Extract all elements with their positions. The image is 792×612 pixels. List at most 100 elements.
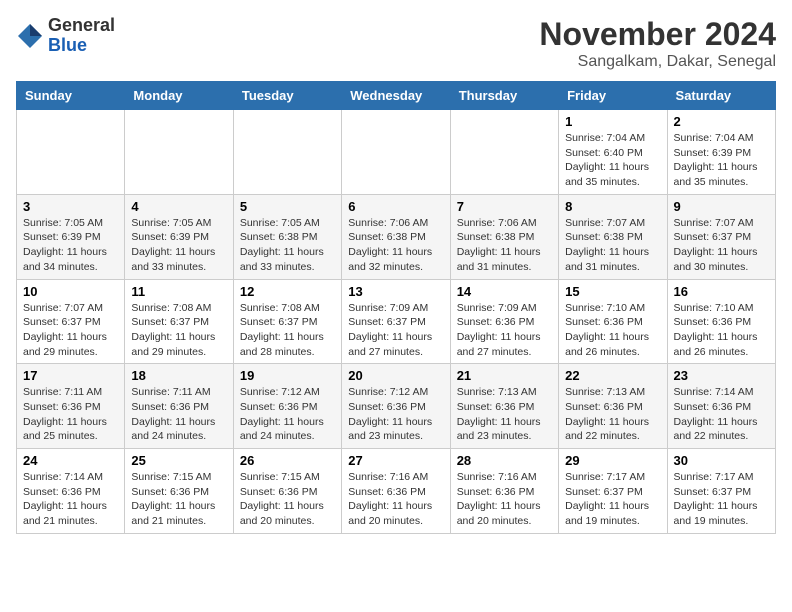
calendar-cell: 1 Sunrise: 7:04 AMSunset: 6:40 PMDaylight… xyxy=(559,110,667,195)
weekday-header: Monday xyxy=(125,82,233,110)
weekday-header: Wednesday xyxy=(342,82,450,110)
calendar-cell xyxy=(233,110,341,195)
day-number: 20 xyxy=(348,368,443,383)
day-info: Sunrise: 7:15 AMSunset: 6:36 PMDaylight:… xyxy=(131,470,226,529)
calendar-cell: 8 Sunrise: 7:07 AMSunset: 6:38 PMDaylight… xyxy=(559,194,667,279)
calendar-week-row: 3 Sunrise: 7:05 AMSunset: 6:39 PMDaylight… xyxy=(17,194,776,279)
day-info: Sunrise: 7:16 AMSunset: 6:36 PMDaylight:… xyxy=(457,470,552,529)
logo-general-text: General xyxy=(48,16,115,36)
calendar-cell: 12 Sunrise: 7:08 AMSunset: 6:37 PMDayligh… xyxy=(233,279,341,364)
weekday-header: Tuesday xyxy=(233,82,341,110)
day-number: 19 xyxy=(240,368,335,383)
weekday-header-row: SundayMondayTuesdayWednesdayThursdayFrid… xyxy=(17,82,776,110)
calendar-week-row: 24 Sunrise: 7:14 AMSunset: 6:36 PMDayligh… xyxy=(17,449,776,534)
day-info: Sunrise: 7:14 AMSunset: 6:36 PMDaylight:… xyxy=(674,385,769,444)
page-header: General Blue November 2024 Sangalkam, Da… xyxy=(16,16,776,71)
day-number: 3 xyxy=(23,199,118,214)
day-number: 30 xyxy=(674,453,769,468)
calendar-cell: 11 Sunrise: 7:08 AMSunset: 6:37 PMDayligh… xyxy=(125,279,233,364)
day-number: 14 xyxy=(457,284,552,299)
location: Sangalkam, Dakar, Senegal xyxy=(539,53,776,71)
day-number: 8 xyxy=(565,199,660,214)
day-info: Sunrise: 7:15 AMSunset: 6:36 PMDaylight:… xyxy=(240,470,335,529)
calendar-cell: 10Sunrise: 7:07 AMSunset: 6:37 PMDayligh… xyxy=(17,279,125,364)
day-info: Sunrise: 7:06 AMSunset: 6:38 PMDaylight:… xyxy=(348,216,443,275)
day-info: Sunrise: 7:13 AMSunset: 6:36 PMDaylight:… xyxy=(457,385,552,444)
calendar-cell: 23 Sunrise: 7:14 AMSunset: 6:36 PMDayligh… xyxy=(667,364,775,449)
logo-text: General Blue xyxy=(48,16,115,56)
day-info: Sunrise: 7:10 AMSunset: 6:36 PMDaylight:… xyxy=(565,301,660,360)
weekday-header: Saturday xyxy=(667,82,775,110)
day-info: Sunrise: 7:13 AMSunset: 6:36 PMDaylight:… xyxy=(565,385,660,444)
day-info: Sunrise: 7:04 AMSunset: 6:40 PMDaylight:… xyxy=(565,131,660,190)
day-number: 25 xyxy=(131,453,226,468)
day-info: Sunrise: 7:04 AMSunset: 6:39 PMDaylight:… xyxy=(674,131,769,190)
day-number: 26 xyxy=(240,453,335,468)
day-info: Sunrise: 7:14 AMSunset: 6:36 PMDaylight:… xyxy=(23,470,118,529)
day-info: Sunrise: 7:16 AMSunset: 6:36 PMDaylight:… xyxy=(348,470,443,529)
day-info: Sunrise: 7:17 AMSunset: 6:37 PMDaylight:… xyxy=(674,470,769,529)
calendar-cell: 30 Sunrise: 7:17 AMSunset: 6:37 PMDayligh… xyxy=(667,449,775,534)
calendar-cell: 14Sunrise: 7:09 AMSunset: 6:36 PMDayligh… xyxy=(450,279,558,364)
day-number: 4 xyxy=(131,199,226,214)
day-info: Sunrise: 7:12 AMSunset: 6:36 PMDaylight:… xyxy=(240,385,335,444)
weekday-header: Friday xyxy=(559,82,667,110)
day-number: 7 xyxy=(457,199,552,214)
calendar-cell: 18 Sunrise: 7:11 AMSunset: 6:36 PMDayligh… xyxy=(125,364,233,449)
day-info: Sunrise: 7:11 AMSunset: 6:36 PMDaylight:… xyxy=(131,385,226,444)
calendar-cell: 7 Sunrise: 7:06 AMSunset: 6:38 PMDaylight… xyxy=(450,194,558,279)
calendar-cell xyxy=(342,110,450,195)
calendar-cell: 22 Sunrise: 7:13 AMSunset: 6:36 PMDayligh… xyxy=(559,364,667,449)
day-info: Sunrise: 7:05 AMSunset: 6:39 PMDaylight:… xyxy=(23,216,118,275)
day-number: 24 xyxy=(23,453,118,468)
calendar-cell: 13Sunrise: 7:09 AMSunset: 6:37 PMDayligh… xyxy=(342,279,450,364)
calendar-cell: 9Sunrise: 7:07 AMSunset: 6:37 PMDaylight… xyxy=(667,194,775,279)
day-number: 23 xyxy=(674,368,769,383)
calendar-cell: 19 Sunrise: 7:12 AMSunset: 6:36 PMDayligh… xyxy=(233,364,341,449)
calendar-week-row: 1 Sunrise: 7:04 AMSunset: 6:40 PMDaylight… xyxy=(17,110,776,195)
calendar-cell: 3 Sunrise: 7:05 AMSunset: 6:39 PMDaylight… xyxy=(17,194,125,279)
day-info: Sunrise: 7:07 AMSunset: 6:38 PMDaylight:… xyxy=(565,216,660,275)
month-title: November 2024 xyxy=(539,16,776,53)
calendar-cell: 27 Sunrise: 7:16 AMSunset: 6:36 PMDayligh… xyxy=(342,449,450,534)
day-number: 5 xyxy=(240,199,335,214)
day-number: 29 xyxy=(565,453,660,468)
logo-icon xyxy=(16,22,44,50)
day-info: Sunrise: 7:08 AMSunset: 6:37 PMDaylight:… xyxy=(240,301,335,360)
weekday-header: Sunday xyxy=(17,82,125,110)
calendar-cell: 25 Sunrise: 7:15 AMSunset: 6:36 PMDayligh… xyxy=(125,449,233,534)
day-info: Sunrise: 7:09 AMSunset: 6:37 PMDaylight:… xyxy=(348,301,443,360)
day-number: 6 xyxy=(348,199,443,214)
day-number: 17 xyxy=(23,368,118,383)
day-info: Sunrise: 7:11 AMSunset: 6:36 PMDaylight:… xyxy=(23,385,118,444)
calendar-cell xyxy=(17,110,125,195)
calendar-cell: 26 Sunrise: 7:15 AMSunset: 6:36 PMDayligh… xyxy=(233,449,341,534)
day-info: Sunrise: 7:07 AMSunset: 6:37 PMDaylight:… xyxy=(674,216,769,275)
day-number: 18 xyxy=(131,368,226,383)
day-number: 15 xyxy=(565,284,660,299)
day-number: 28 xyxy=(457,453,552,468)
logo: General Blue xyxy=(16,16,115,56)
calendar-week-row: 10Sunrise: 7:07 AMSunset: 6:37 PMDayligh… xyxy=(17,279,776,364)
calendar-cell: 2Sunrise: 7:04 AMSunset: 6:39 PMDaylight… xyxy=(667,110,775,195)
day-info: Sunrise: 7:06 AMSunset: 6:38 PMDaylight:… xyxy=(457,216,552,275)
day-number: 27 xyxy=(348,453,443,468)
weekday-header: Thursday xyxy=(450,82,558,110)
day-info: Sunrise: 7:17 AMSunset: 6:37 PMDaylight:… xyxy=(565,470,660,529)
day-info: Sunrise: 7:12 AMSunset: 6:36 PMDaylight:… xyxy=(348,385,443,444)
day-info: Sunrise: 7:05 AMSunset: 6:38 PMDaylight:… xyxy=(240,216,335,275)
calendar-cell: 21Sunrise: 7:13 AMSunset: 6:36 PMDayligh… xyxy=(450,364,558,449)
logo-blue-text: Blue xyxy=(48,36,115,56)
day-info: Sunrise: 7:08 AMSunset: 6:37 PMDaylight:… xyxy=(131,301,226,360)
day-number: 11 xyxy=(131,284,226,299)
day-info: Sunrise: 7:10 AMSunset: 6:36 PMDaylight:… xyxy=(674,301,769,360)
calendar-week-row: 17 Sunrise: 7:11 AMSunset: 6:36 PMDayligh… xyxy=(17,364,776,449)
calendar-cell: 17 Sunrise: 7:11 AMSunset: 6:36 PMDayligh… xyxy=(17,364,125,449)
calendar-cell: 29 Sunrise: 7:17 AMSunset: 6:37 PMDayligh… xyxy=(559,449,667,534)
day-number: 12 xyxy=(240,284,335,299)
calendar-cell xyxy=(450,110,558,195)
calendar-cell: 4Sunrise: 7:05 AMSunset: 6:39 PMDaylight… xyxy=(125,194,233,279)
day-number: 1 xyxy=(565,114,660,129)
calendar-cell: 5 Sunrise: 7:05 AMSunset: 6:38 PMDaylight… xyxy=(233,194,341,279)
day-number: 22 xyxy=(565,368,660,383)
